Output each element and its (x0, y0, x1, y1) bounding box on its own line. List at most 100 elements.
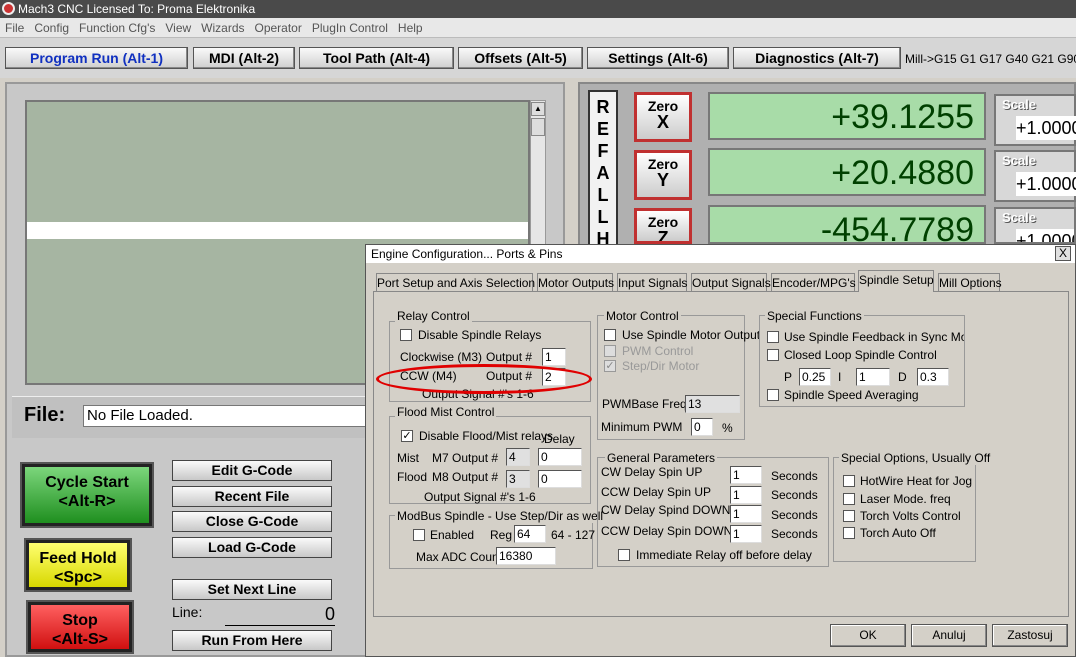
scale-label: Scale (1002, 153, 1036, 168)
i-label: I (838, 370, 842, 384)
menu-help[interactable]: Help (393, 18, 428, 38)
tab-program-run[interactable]: Program Run (Alt-1) (5, 47, 188, 69)
tab-tool-path[interactable]: Tool Path (Alt-4) (299, 47, 454, 69)
disable-flood-mist-checkbox[interactable]: ✓ (401, 430, 413, 442)
window-title: Mach3 CNC Licensed To: Proma Elektronika (0, 0, 1076, 18)
tab-input-signals[interactable]: Input Signals (617, 273, 687, 292)
max-adc-input[interactable]: 16380 (496, 547, 556, 565)
menu-view[interactable]: View (160, 18, 196, 38)
close-icon[interactable]: X (1055, 246, 1071, 261)
dro-x[interactable]: +39.1255 (708, 92, 986, 140)
tab-settings[interactable]: Settings (Alt-6) (587, 47, 729, 69)
torch-volts-checkbox[interactable] (843, 510, 855, 522)
recent-file-button[interactable]: Recent File (172, 486, 332, 507)
tab-mill-options[interactable]: Mill Options (938, 273, 1002, 292)
set-next-line-button[interactable]: Set Next Line (172, 579, 332, 600)
seconds-label: Seconds (771, 508, 818, 522)
cw-output-input[interactable]: 1 (542, 348, 566, 366)
cycle-start-hotkey: <Alt-R> (58, 493, 116, 510)
speed-averaging-label: Spindle Speed Averaging (784, 388, 919, 402)
line-number-field[interactable]: 0 (225, 604, 335, 626)
m7-delay-input[interactable]: 0 (538, 448, 582, 466)
menu-file[interactable]: File (0, 18, 29, 38)
pwm-control-checkbox[interactable] (604, 345, 616, 357)
cycle-start-button[interactable]: Cycle Start <Alt-R> (22, 464, 152, 526)
flood-output-note: Output Signal #'s 1-6 (424, 490, 536, 504)
cw-spin-up-input[interactable]: 1 (730, 466, 762, 484)
zero-y-button[interactable]: Zero Y (634, 150, 692, 200)
menu-function-cfgs[interactable]: Function Cfg's (74, 18, 160, 38)
menu-config[interactable]: Config (29, 18, 74, 38)
tab-encoder-mpg[interactable]: Encoder/MPG's (771, 273, 856, 292)
load-gcode-button[interactable]: Load G-Code (172, 537, 332, 558)
i-input[interactable]: 1 (856, 368, 890, 386)
feed-hold-button[interactable]: Feed Hold <Spc> (26, 540, 130, 590)
tab-offsets[interactable]: Offsets (Alt-5) (458, 47, 583, 69)
menu-plugin-control[interactable]: PlugIn Control (307, 18, 393, 38)
use-motor-output-checkbox[interactable] (604, 329, 616, 341)
zero-z-button[interactable]: Zero Z (634, 208, 692, 244)
tab-spindle-setup[interactable]: Spindle Setup (858, 270, 934, 292)
tab-mdi[interactable]: MDI (Alt-2) (193, 47, 295, 69)
scroll-thumb[interactable] (531, 118, 545, 136)
laser-mode-checkbox[interactable] (843, 493, 855, 505)
ccw-spin-down-input[interactable]: 1 (730, 525, 762, 543)
scale-value[interactable]: +1.0000 (1016, 172, 1076, 196)
cycle-start-label: Cycle Start (45, 474, 129, 491)
run-from-here-button[interactable]: Run From Here (172, 630, 332, 651)
reg-input[interactable]: 64 (514, 525, 546, 543)
percent-label: % (722, 421, 733, 435)
p-label: P (784, 370, 793, 384)
d-input[interactable]: 0.3 (917, 368, 949, 386)
m8-delay-input[interactable]: 0 (538, 470, 582, 488)
menu-wizards[interactable]: Wizards (196, 18, 249, 38)
tab-motor-outputs[interactable]: Motor Outputs (537, 273, 614, 292)
cw-spin-down-input[interactable]: 1 (730, 505, 762, 523)
modbus-enabled-checkbox[interactable] (413, 529, 425, 541)
dro-y[interactable]: +20.4880 (708, 148, 986, 196)
tab-output-signals[interactable]: Output Signals (691, 273, 771, 292)
red-highlight-ellipse (376, 364, 592, 394)
m7-output-input[interactable]: 4 (506, 448, 530, 466)
spindle-feedback-checkbox[interactable] (767, 331, 779, 343)
tab-port-setup[interactable]: Port Setup and Axis Selection (376, 273, 535, 292)
dro-z[interactable]: -454.7789 (708, 205, 986, 244)
seconds-label: Seconds (771, 527, 818, 541)
min-pwm-input[interactable]: 0 (691, 418, 713, 436)
scale-x: Scale +1.0000 (994, 94, 1076, 146)
menu-bar: File Config Function Cfg's View Wizards Opera… (0, 18, 1076, 38)
pwm-control-label: PWM Control (622, 344, 694, 358)
delay-label: Delay (544, 432, 575, 446)
immediate-relay-checkbox[interactable] (618, 549, 630, 561)
ccw-spin-up-label: CCW Delay Spin UP (601, 485, 712, 499)
hotwire-checkbox[interactable] (843, 475, 855, 487)
disable-spindle-relays-checkbox[interactable] (400, 329, 412, 341)
close-gcode-button[interactable]: Close G-Code (172, 511, 332, 532)
speed-averaging-checkbox[interactable] (767, 389, 779, 401)
menu-operator[interactable]: Operator (250, 18, 307, 38)
stop-hotkey: <Alt-S> (51, 631, 108, 648)
scale-value[interactable]: +1.0000 (1016, 116, 1076, 140)
ok-button[interactable]: OK (830, 624, 906, 647)
ref-all-label: REFALLH (596, 97, 610, 249)
spindle-feedback-label: Use Spindle Feedback in Sync Modes (784, 330, 964, 344)
ccw-spin-up-input[interactable]: 1 (730, 486, 762, 504)
closed-loop-checkbox[interactable] (767, 349, 779, 361)
p-input[interactable]: 0.25 (799, 368, 831, 386)
tab-diagnostics[interactable]: Diagnostics (Alt-7) (733, 47, 901, 69)
axis-label: Y (656, 170, 669, 190)
apply-button[interactable]: Zastosuj (992, 624, 1068, 647)
step-dir-checkbox[interactable]: ✓ (604, 360, 616, 372)
torch-auto-off-checkbox[interactable] (843, 527, 855, 539)
edit-gcode-button[interactable]: Edit G-Code (172, 460, 332, 481)
stop-button[interactable]: Stop <Alt-S> (28, 602, 132, 652)
ref-all-home-button[interactable]: REFALLH (588, 90, 618, 255)
cancel-button[interactable]: Anuluj (911, 624, 987, 647)
m8-output-input[interactable]: 3 (506, 470, 530, 488)
zero-x-button[interactable]: Zero X (634, 92, 692, 142)
scale-y: Scale +1.0000 (994, 150, 1076, 202)
pwmbase-input[interactable]: 13 (685, 395, 740, 413)
scale-value[interactable]: +1.0000 (1016, 229, 1074, 242)
modal-gcodes: Mill->G15 G1 G17 G40 G21 G90 (905, 52, 1076, 66)
scroll-up-icon[interactable]: ▲ (531, 102, 545, 116)
